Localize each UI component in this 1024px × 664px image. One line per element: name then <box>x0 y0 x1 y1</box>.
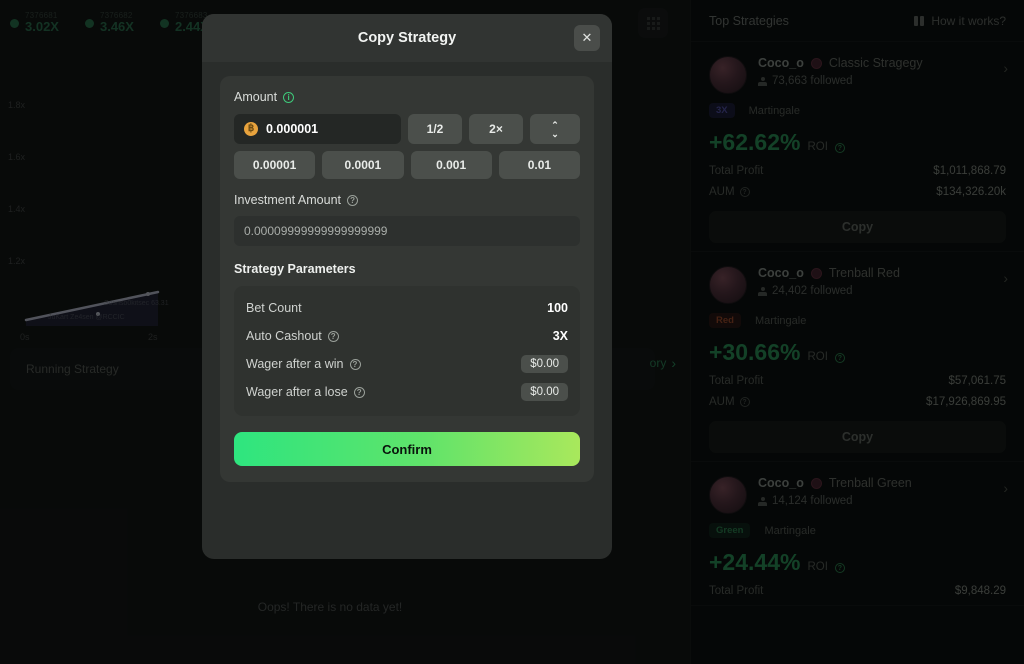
chevron-down-icon[interactable]: ⌄ <box>551 129 559 138</box>
parameter-row: Wager after a win ? $0.00 <box>246 350 568 378</box>
preset-button[interactable]: 0.0001 <box>322 151 404 179</box>
app-root: 7376681 3.02X 7376682 3.46X 7376683 2.44… <box>0 0 1024 664</box>
preset-button[interactable]: 0.01 <box>498 151 580 179</box>
parameter-value: $0.00 <box>521 355 568 373</box>
bitcoin-icon: ฿ <box>244 122 258 136</box>
parameter-row: Wager after a lose ? $0.00 <box>246 378 568 406</box>
amount-input-row: ฿ 0.000001 1/2 2× ⌃ ⌄ <box>234 114 580 144</box>
amount-value: 0.000001 <box>266 122 319 136</box>
question-icon[interactable]: ? <box>347 194 359 206</box>
parameter-value: 100 <box>547 301 568 315</box>
strategy-parameters-title: Strategy Parameters <box>234 262 356 276</box>
amount-input[interactable]: ฿ 0.000001 <box>234 114 401 144</box>
close-icon[interactable]: ✕ <box>574 25 600 51</box>
question-icon[interactable]: ? <box>353 386 365 398</box>
question-icon[interactable]: ? <box>349 358 361 370</box>
double-amount-button[interactable]: 2× <box>469 114 523 144</box>
amount-panel: Amount i ฿ 0.000001 1/2 2× ⌃ ⌄ 0.00001 0… <box>220 76 594 482</box>
copy-strategy-modal: Copy Strategy ✕ Amount i ฿ 0.000001 1/2 … <box>202 14 612 559</box>
parameter-label: Bet Count <box>246 301 302 315</box>
info-icon[interactable]: i <box>283 91 295 103</box>
investment-label: Investment Amount <box>234 193 342 207</box>
parameter-label: Wager after a win <box>246 357 344 371</box>
parameter-label: Wager after a lose <box>246 385 348 399</box>
modal-title: Copy Strategy <box>357 30 457 46</box>
confirm-button[interactable]: Confirm <box>234 432 580 466</box>
parameter-label: Auto Cashout <box>246 329 322 343</box>
question-icon[interactable]: ? <box>327 330 339 342</box>
amount-stepper[interactable]: ⌃ ⌄ <box>530 114 580 144</box>
halve-amount-button[interactable]: 1/2 <box>408 114 462 144</box>
modal-body: Amount i ฿ 0.000001 1/2 2× ⌃ ⌄ 0.00001 0… <box>202 62 612 482</box>
amount-presets: 0.00001 0.0001 0.001 0.01 <box>234 151 580 179</box>
investment-label-row: Investment Amount ? <box>234 193 580 207</box>
modal-header: Copy Strategy ✕ <box>202 14 612 62</box>
parameter-row: Bet Count 100 <box>246 294 568 322</box>
preset-button[interactable]: 0.001 <box>410 151 492 179</box>
strategy-parameters-list: Bet Count 100 Auto Cashout ? 3X Wager af… <box>234 286 580 416</box>
amount-label: Amount <box>234 90 278 104</box>
parameter-row: Auto Cashout ? 3X <box>246 322 568 350</box>
chevron-up-icon[interactable]: ⌃ <box>551 120 559 129</box>
preset-button[interactable]: 0.00001 <box>234 151 316 179</box>
parameter-value: 3X <box>552 329 568 343</box>
investment-amount-input[interactable]: 0.00009999999999999999 <box>234 216 580 246</box>
amount-label-row: Amount i <box>234 90 580 104</box>
parameter-value: $0.00 <box>521 383 568 401</box>
